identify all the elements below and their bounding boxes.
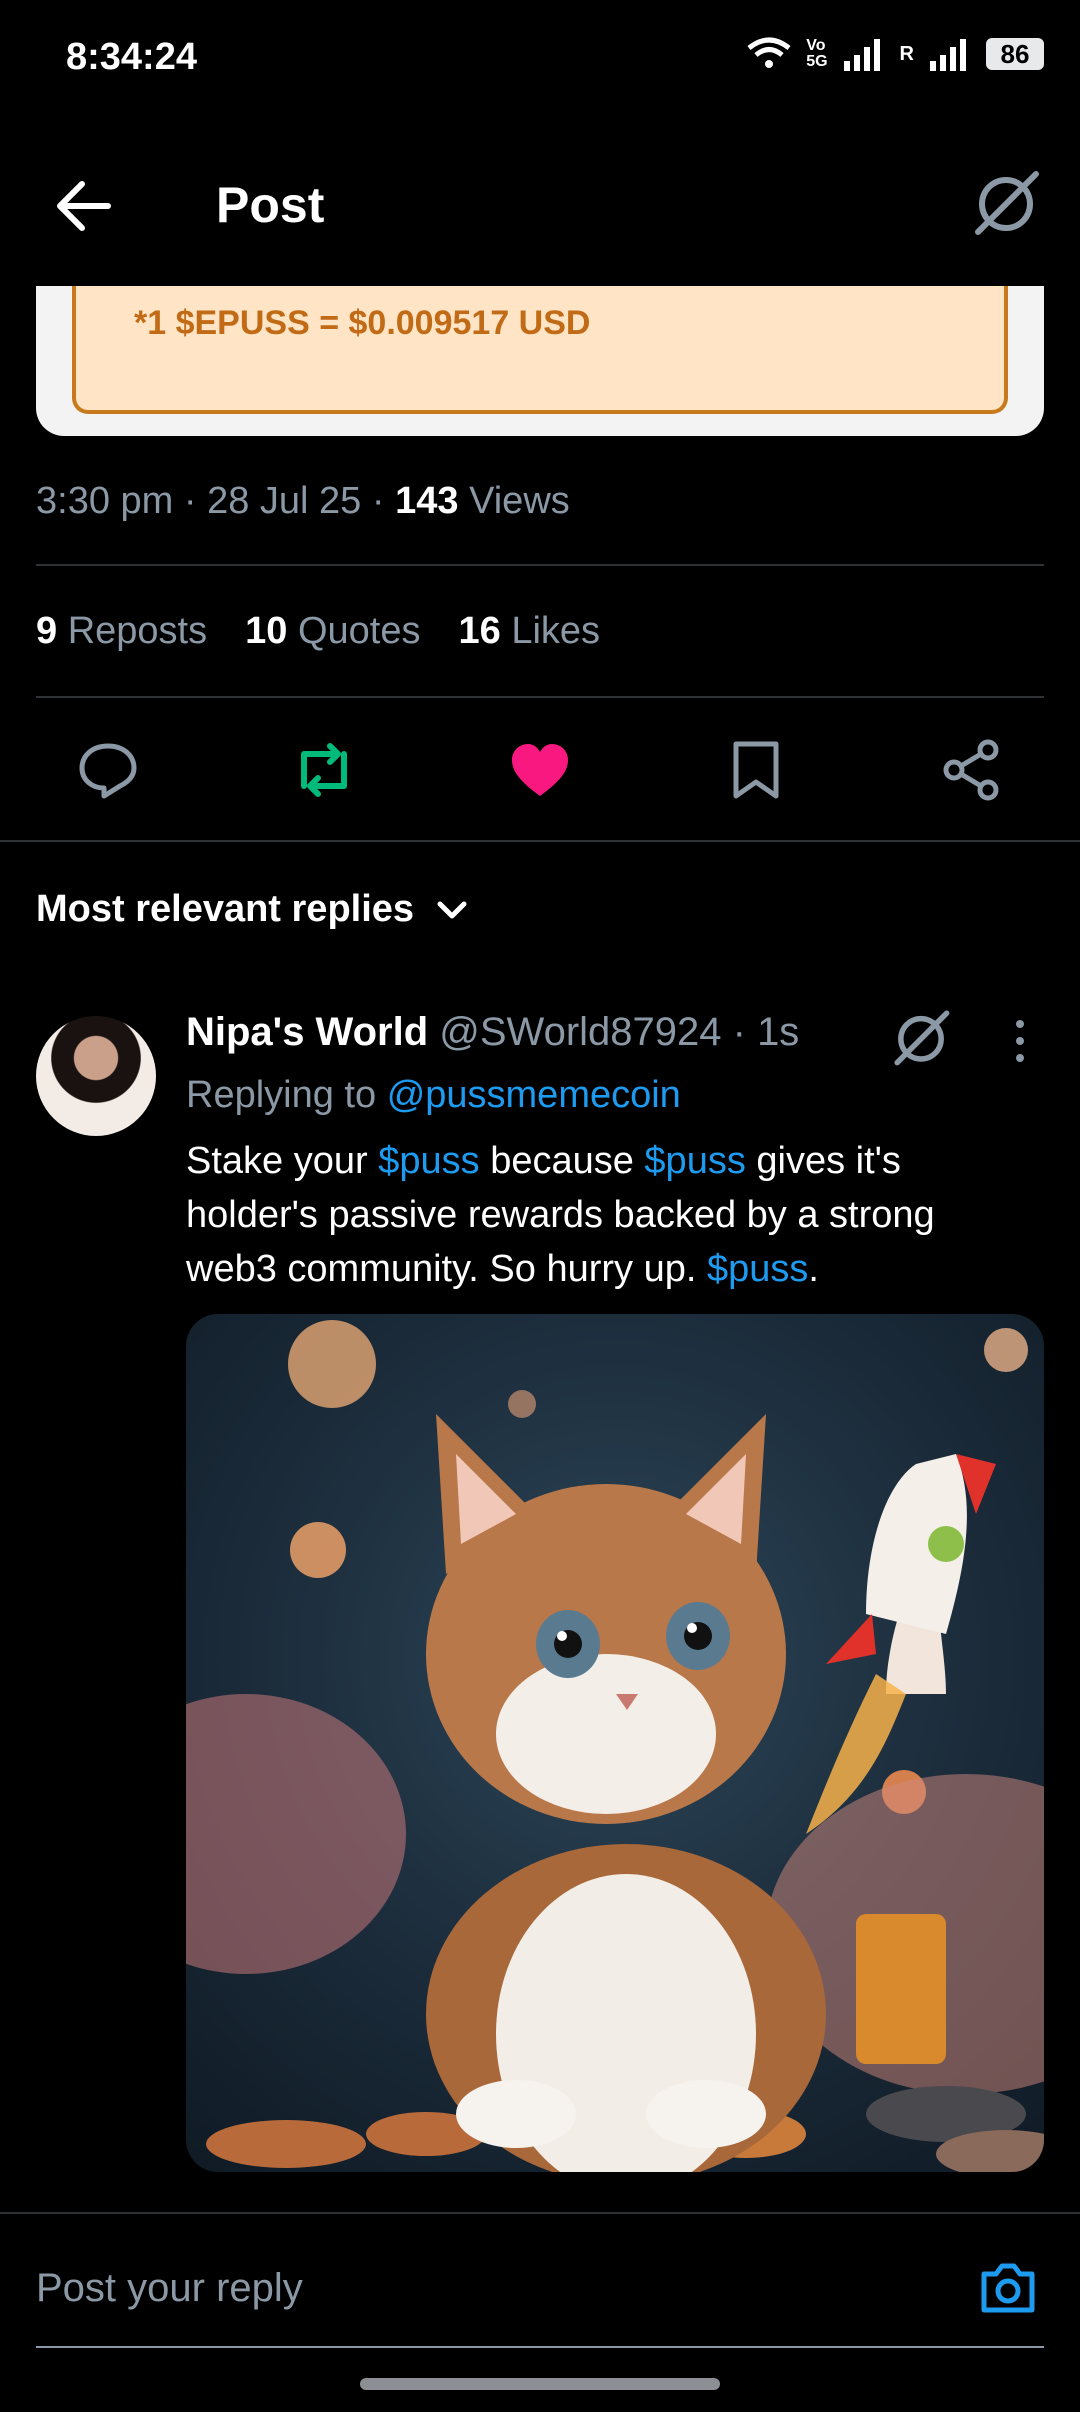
reply-header: Nipa's World @SWorld87924 · 1s	[186, 1010, 800, 1054]
reply-button[interactable]	[68, 730, 148, 810]
grok-icon	[975, 171, 1039, 235]
post-date: 28 Jul 25	[207, 480, 362, 522]
cashtag-link[interactable]: $puss	[378, 1140, 479, 1182]
price-text: *1 $EPUSS = $0.009517 USD	[134, 304, 591, 342]
bookmark-icon	[733, 741, 779, 799]
likes-count: 16	[458, 610, 501, 652]
grok-icon	[894, 1010, 950, 1066]
reply-text-part: because	[490, 1140, 634, 1182]
camera-icon	[981, 2263, 1035, 2313]
network-type-label: 5G	[806, 53, 828, 70]
back-arrow-icon	[57, 181, 111, 231]
reply-age: 1s	[757, 1010, 800, 1054]
divider	[36, 564, 1044, 566]
reposts-label: Reposts	[67, 610, 208, 652]
battery-indicator: 86	[986, 38, 1044, 70]
share-icon	[943, 739, 999, 801]
views-count: 143	[395, 480, 459, 522]
back-button[interactable]	[48, 170, 120, 242]
status-time: 8:34:24	[66, 36, 197, 78]
more-vertical-icon	[1016, 1020, 1024, 1062]
grok-button[interactable]	[970, 166, 1042, 238]
roaming-label: R	[899, 43, 914, 65]
likes-label: Likes	[511, 610, 601, 652]
sort-label: Most relevant replies	[36, 888, 415, 930]
top-app-bar	[0, 130, 1080, 286]
divider	[0, 840, 1080, 842]
replying-prefix: Replying to	[186, 1074, 377, 1116]
heart-filled-icon	[512, 744, 568, 796]
views-label: Views	[469, 480, 570, 522]
avatar[interactable]	[36, 1016, 156, 1136]
post-time: 3:30 pm	[36, 480, 174, 522]
reply-author-name[interactable]: Nipa's World	[186, 1010, 428, 1054]
wifi-icon	[747, 37, 791, 68]
chevron-down-icon	[437, 901, 467, 918]
share-button[interactable]	[932, 730, 1012, 810]
cashtag-link[interactable]: $puss	[644, 1140, 745, 1182]
reply-image[interactable]	[186, 1314, 1044, 2172]
reply-grok-button[interactable]	[888, 1004, 954, 1070]
post-meta: 3:30 pm · 28 Jul 25 · 143 Views	[36, 480, 570, 522]
volte-label: Vo	[806, 37, 826, 54]
reply-sort-dropdown[interactable]: Most relevant replies	[36, 888, 470, 931]
replying-handle-link[interactable]: @pussmemecoin	[387, 1074, 681, 1116]
input-underline	[36, 2346, 1044, 2348]
quotes-stat[interactable]: 10 Quotes	[245, 610, 420, 653]
more-options-button[interactable]	[1000, 1016, 1040, 1066]
reposts-stat[interactable]: 9 Reposts	[36, 610, 207, 653]
camera-button[interactable]	[976, 2256, 1040, 2320]
reply-text-part: Stake your	[186, 1140, 368, 1182]
like-button[interactable]	[500, 730, 580, 810]
page-title: Post	[216, 177, 325, 233]
divider	[36, 696, 1044, 698]
repost-button[interactable]	[284, 730, 364, 810]
reply-text: Stake your $puss because $puss gives it'…	[186, 1134, 1016, 1296]
divider	[0, 2212, 1080, 2214]
quotes-label: Quotes	[297, 610, 421, 652]
kitten-rocket-illustration	[186, 1320, 1044, 2172]
replying-to: Replying to @pussmemecoin	[186, 1074, 681, 1117]
likes-stat[interactable]: 16 Likes	[458, 610, 600, 653]
bookmark-button[interactable]	[716, 730, 796, 810]
engagement-stats: 9 Reposts 10 Quotes 16 Likes	[36, 610, 600, 653]
signal-icon-2	[930, 39, 966, 71]
repost-icon	[301, 743, 347, 797]
reply-text-part: .	[808, 1248, 819, 1290]
cashtag-link[interactable]: $puss	[707, 1248, 808, 1290]
status-icons: Vo 5G R 86	[746, 36, 1044, 72]
reply-icon	[79, 743, 137, 799]
reposts-count: 9	[36, 610, 58, 652]
quotes-count: 10	[245, 610, 288, 652]
signal-icon	[843, 39, 880, 71]
reply-input[interactable]: Post your reply	[36, 2266, 303, 2311]
home-indicator[interactable]	[360, 2378, 720, 2390]
reply-author-handle[interactable]: @SWorld87924	[439, 1010, 721, 1054]
